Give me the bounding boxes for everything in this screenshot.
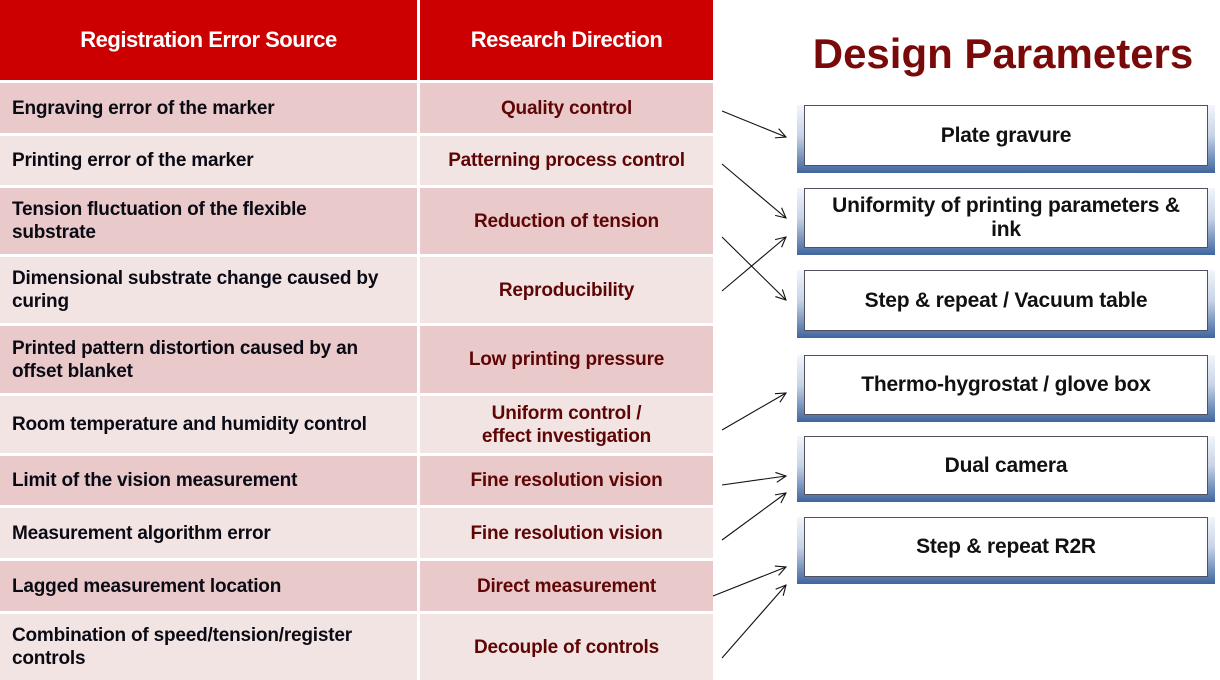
arrow-row-10-to-parameter-6: [721, 585, 786, 659]
parameter-box-uniformity: Uniformity of printing parameters & ink: [797, 188, 1215, 255]
parameter-box-plate-gravure: Plate gravure: [797, 105, 1215, 173]
parameter-label: Plate gravure: [804, 105, 1208, 166]
row-3-direction: Reduction of tension: [420, 188, 713, 254]
row-9-direction: Direct measurement: [420, 561, 713, 611]
arrow-row-9-to-parameter-6: [712, 567, 786, 597]
parameter-box-step-repeat-vacuum: Step & repeat / Vacuum table: [797, 270, 1215, 338]
parameter-label: Step & repeat / Vacuum table: [804, 270, 1208, 331]
parameter-box-dual-camera: Dual camera: [797, 436, 1215, 502]
design-parameters-title: Design Parameters: [812, 30, 1194, 77]
row-6-direction: Uniform control / effect investigation: [420, 396, 713, 453]
row-2-direction: Patterning process control: [420, 136, 713, 185]
row-8-source: Measurement algorithm error: [0, 508, 417, 558]
row-7-source: Limit of the vision measurement: [0, 456, 417, 505]
row-7-direction: Fine resolution vision: [420, 456, 713, 505]
row-5-source: Printed pattern distortion caused by an …: [0, 326, 417, 393]
header-registration-error-source: Registration Error Source: [0, 0, 417, 80]
parameter-label: Dual camera: [804, 436, 1208, 495]
arrow-row-7-to-parameter-5: [721, 476, 786, 486]
parameter-label: Thermo-hygrostat / glove box: [804, 355, 1208, 415]
parameter-box-thermo-hygrostat: Thermo-hygrostat / glove box: [797, 355, 1215, 422]
header-research-direction: Research Direction: [420, 0, 713, 80]
row-6-source: Room temperature and humidity control: [0, 396, 417, 453]
row-9-source: Lagged measurement location: [0, 561, 417, 611]
row-4-source: Dimensional substrate change caused by c…: [0, 257, 417, 323]
row-2-source: Printing error of the marker: [0, 136, 417, 185]
registration-table: Registration Error Source Research Direc…: [0, 0, 713, 680]
row-5-direction: Low printing pressure: [420, 326, 713, 393]
arrow-row-2-to-parameter-2: [721, 163, 786, 218]
arrow-row-8-to-parameter-5: [721, 493, 786, 541]
arrow-row-6-to-parameter-4: [721, 393, 786, 431]
row-4-direction: Reproducibility: [420, 257, 713, 323]
arrow-row-4-to-parameter-2: [721, 237, 786, 292]
row-10-direction: Decouple of controls: [420, 614, 713, 680]
parameter-box-step-repeat-r2r: Step & repeat R2R: [797, 517, 1215, 584]
parameter-label: Uniformity of printing parameters & ink: [804, 188, 1208, 248]
row-8-direction: Fine resolution vision: [420, 508, 713, 558]
row-1-direction: Quality control: [420, 83, 713, 133]
row-3-source: Tension fluctuation of the flexible subs…: [0, 188, 417, 254]
arrow-row-1-to-parameter-1: [721, 110, 786, 137]
arrow-row-3-to-parameter-3: [721, 236, 786, 300]
row-1-source: Engraving error of the marker: [0, 83, 417, 133]
row-10-source: Combination of speed/tension/register co…: [0, 614, 417, 680]
parameter-label: Step & repeat R2R: [804, 517, 1208, 577]
